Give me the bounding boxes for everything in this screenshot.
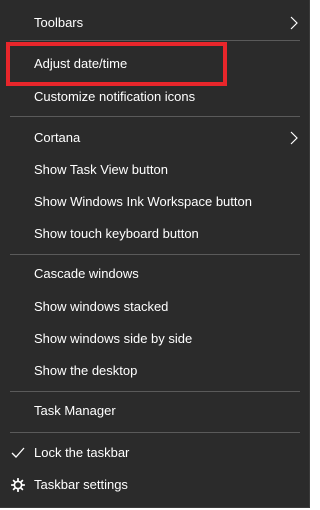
menu-item-cascade-windows[interactable]: Cascade windows — [0, 258, 310, 290]
menu-item-show-the-desktop[interactable]: Show the desktop — [0, 355, 310, 387]
menu-item-label: Cortana — [34, 130, 81, 145]
menu-item-show-windows-ink-workspace-button[interactable]: Show Windows Ink Workspace button — [0, 186, 310, 218]
menu-separator — [10, 116, 300, 117]
menu-item-label: Show Windows Ink Workspace button — [34, 194, 252, 209]
menu-separator — [10, 254, 300, 255]
menu-item-task-manager[interactable]: Task Manager — [0, 395, 310, 427]
menu-item-show-touch-keyboard-button[interactable]: Show touch keyboard button — [0, 218, 310, 250]
menu-item-label: Task Manager — [34, 403, 116, 418]
menu-item-label: Show Task View button — [34, 162, 168, 177]
menu-separator — [10, 40, 300, 41]
menu-item-label: Cascade windows — [34, 266, 139, 281]
chevron-right-icon — [288, 130, 300, 146]
menu-item-toolbars[interactable]: Toolbars — [0, 7, 310, 39]
menu-item-adjust-date-time[interactable]: Adjust date/time — [0, 48, 310, 80]
menu-separator — [10, 432, 300, 433]
menu-item-label: Lock the taskbar — [34, 445, 130, 460]
chevron-right-icon — [288, 15, 300, 31]
menu-item-cortana[interactable]: Cortana — [0, 122, 310, 154]
menu-item-label: Show the desktop — [34, 363, 138, 378]
menu-item-show-windows-side-by-side[interactable]: Show windows side by side — [0, 323, 310, 355]
menu-item-show-task-view-button[interactable]: Show Task View button — [0, 154, 310, 186]
menu-item-label: Show windows side by side — [34, 331, 193, 346]
menu-item-label: Show windows stacked — [34, 299, 169, 314]
menu-item-taskbar-settings[interactable]: Taskbar settings — [0, 469, 310, 501]
menu-item-customize-notification-icons[interactable]: Customize notification icons — [0, 81, 310, 113]
menu-item-label: Show touch keyboard button — [34, 226, 199, 241]
menu-item-label: Customize notification icons — [34, 89, 196, 104]
menu-item-lock-the-taskbar[interactable]: Lock the taskbar — [0, 437, 310, 469]
checkmark-icon — [10, 445, 26, 461]
menu-item-label: Toolbars — [34, 15, 84, 30]
menu-item-label: Adjust date/time — [34, 56, 128, 71]
menu-item-label: Taskbar settings — [34, 477, 128, 492]
menu-item-show-windows-stacked[interactable]: Show windows stacked — [0, 291, 310, 323]
gear-icon — [10, 477, 26, 493]
taskbar-context-menu: Toolbars Adjust date/time Customize noti… — [0, 0, 310, 508]
menu-separator — [10, 391, 300, 392]
